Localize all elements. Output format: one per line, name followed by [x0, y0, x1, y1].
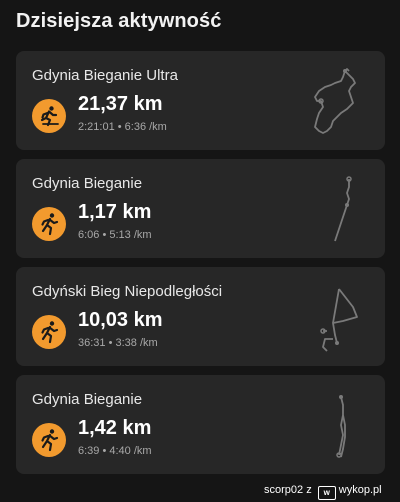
route-map-thumbnail	[320, 288, 358, 352]
activity-card[interactable]: Gdynia Bieganie 1,17 km 6:06 • 5:13 /km	[16, 159, 385, 258]
watermark-separator: z	[306, 484, 312, 496]
activity-stats: 6:39 • 4:40 /km	[78, 445, 152, 457]
activity-title: Gdynia Bieganie	[32, 391, 143, 408]
activity-distance: 21,37 km	[78, 93, 163, 115]
watermark: scorp02 z w wykop.pl	[264, 484, 382, 500]
activity-card[interactable]: Gdynia Bieganie Ultra 21,37 km 2:21:01 •…	[16, 51, 385, 150]
activity-stats: 6:06 • 5:13 /km	[78, 229, 152, 241]
activity-title: Gdynia Bieganie Ultra	[32, 67, 178, 84]
route-map-thumbnail	[336, 395, 346, 458]
running-person-icon	[32, 99, 66, 133]
activity-distance: 1,17 km	[78, 201, 152, 223]
activity-title: Gdynia Bieganie	[32, 175, 143, 192]
running-person-icon	[32, 207, 66, 241]
watermark-user: scorp02	[264, 484, 304, 496]
activity-stats: 36:31 • 3:38 /km	[78, 337, 158, 349]
running-person-icon	[32, 315, 66, 349]
page-title: Dzisiejsza aktywność	[16, 10, 222, 32]
activity-distance: 1,42 km	[78, 417, 152, 439]
route-map-thumbnail	[314, 68, 356, 134]
activity-title: Gdyński Bieg Niepodległości	[32, 283, 223, 300]
activity-distance: 10,03 km	[78, 309, 163, 331]
running-person-icon	[32, 423, 66, 457]
wykop-logo-icon: w	[317, 486, 336, 500]
activity-card[interactable]: Gdyński Bieg Niepodległości 10,03 km 36:…	[16, 267, 385, 366]
activity-card[interactable]: Gdynia Bieganie 1,42 km 6:39 • 4:40 /km	[16, 375, 385, 474]
route-map-thumbnail	[334, 176, 352, 242]
activity-stats: 2:21:01 • 6:36 /km	[78, 121, 167, 133]
watermark-site: wykop.pl	[338, 484, 382, 496]
